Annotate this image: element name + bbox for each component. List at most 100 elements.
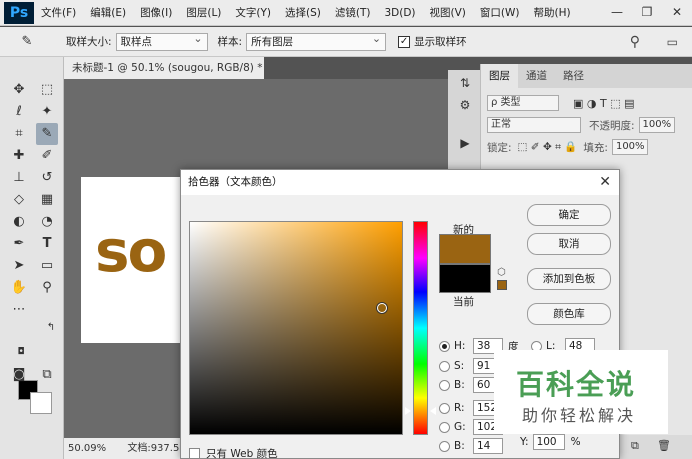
menu-layer[interactable]: 图层(L) [179, 5, 228, 20]
dodge-tool-icon[interactable]: ◔ [36, 211, 58, 233]
eraser-tool-icon[interactable]: ◇ [8, 189, 30, 211]
sample-size-select[interactable]: 取样点 [115, 31, 208, 51]
gradient-tool-icon[interactable]: ▦ [36, 189, 58, 211]
history-panel-icon[interactable]: ⇅ [456, 76, 474, 94]
yellow-row: Y: 100 % [520, 434, 581, 450]
color-libraries-button[interactable]: 颜色库 [527, 303, 611, 325]
blend-mode-select[interactable]: 正常 [487, 117, 581, 133]
search-icon[interactable]: ⚲ [630, 34, 640, 50]
ok-button[interactable]: 确定 [527, 204, 611, 226]
lock-label: 锁定: [487, 141, 512, 154]
tab-channels[interactable]: 通道 [518, 64, 555, 88]
dialog-titlebar: 拾色器（文本颜色） ✕ [181, 170, 619, 195]
eyedropper-icon[interactable]: ✎ [18, 31, 36, 53]
color-picker-marker[interactable] [377, 303, 387, 313]
web-safe-swatch[interactable] [497, 280, 507, 290]
yellow-input[interactable]: 100 [532, 434, 565, 450]
menu-3d[interactable]: 3D(D) [377, 7, 422, 19]
close-window-button[interactable]: ✕ [662, 0, 692, 26]
opacity-input[interactable]: 100% [638, 117, 675, 133]
history-brush-icon[interactable]: ↺ [36, 167, 58, 189]
watermark-subtitle: 助你轻松解决 [522, 406, 637, 425]
red-radio[interactable] [439, 402, 450, 414]
hue-slider-handle-right[interactable] [430, 407, 436, 415]
doc-info: 文档:937.5 [127, 443, 180, 454]
menu-file[interactable]: 文件(F) [34, 5, 83, 20]
path-select-icon[interactable]: ➤ [8, 255, 30, 277]
tab-paths[interactable]: 路径 [555, 64, 592, 88]
screen-mode-icon[interactable]: ⧉ [36, 364, 58, 386]
blue-row: B: 14 [439, 438, 503, 454]
zoom-tool-icon[interactable]: ⚲ [36, 277, 58, 299]
menu-bar: Ps 文件(F) 编辑(E) 图像(I) 图层(L) 文字(Y) 选择(S) 滤… [0, 0, 692, 26]
menu-type[interactable]: 文字(Y) [228, 5, 278, 20]
workspace-icon[interactable]: ▭ [667, 35, 678, 49]
magic-wand-icon[interactable]: ✦ [36, 101, 58, 123]
watermark: 百科全说 助你轻松解决 [494, 350, 668, 434]
marquee-tool-icon[interactable]: ⬚ [36, 79, 58, 101]
fill-input[interactable]: 100% [611, 139, 648, 155]
background-color-swatch[interactable] [30, 392, 52, 414]
saturation-label: S: [454, 360, 465, 372]
current-color-swatch[interactable] [439, 264, 491, 293]
menu-filter[interactable]: 滤镜(T) [328, 5, 378, 20]
tab-layers[interactable]: 图层 [481, 64, 518, 88]
quick-mask-icon[interactable]: ◙ [8, 364, 30, 386]
brush-tool-icon[interactable]: ✐ [36, 145, 58, 167]
show-ring-checkbox[interactable]: ✓ [398, 35, 411, 48]
menu-view[interactable]: 视图(V) [423, 5, 473, 20]
hue-slider[interactable] [413, 221, 428, 435]
restore-button[interactable]: ❐ [632, 0, 662, 26]
zoom-level[interactable]: 50.09% [68, 443, 106, 454]
cancel-button[interactable]: 取消 [527, 233, 611, 255]
menu-image[interactable]: 图像(I) [133, 5, 179, 20]
lasso-tool-icon[interactable]: ℓ [8, 101, 30, 123]
more-tools-icon[interactable]: ⋯ [8, 299, 30, 321]
swap-colors-icon[interactable]: ↰ [40, 317, 62, 339]
hue-slider-handle-left[interactable] [405, 407, 411, 415]
saturation-radio[interactable] [439, 360, 450, 372]
green-radio[interactable] [439, 421, 450, 433]
eyedropper-tool-icon[interactable]: ✎ [36, 123, 58, 145]
blur-tool-icon[interactable]: ◐ [8, 211, 30, 233]
blue-input[interactable]: 14 [473, 438, 503, 454]
menu-select[interactable]: 选择(S) [278, 5, 328, 20]
default-colors-icon[interactable]: ◘ [10, 341, 32, 363]
add-to-swatches-button[interactable]: 添加到色板 [527, 268, 611, 290]
saturation-brightness-field[interactable] [189, 221, 403, 435]
yellow-label: Y: [520, 436, 529, 448]
text-tool-icon[interactable]: T [36, 233, 58, 255]
options-bar: ✎ 取样大小: 取样点 样本: 所有图层 ✓ 显示取样环 ⚲ ▭ [0, 27, 692, 57]
sample-select[interactable]: 所有图层 [246, 31, 387, 51]
new-color-swatch [439, 234, 491, 264]
healing-brush-icon[interactable]: ✚ [8, 145, 30, 167]
minimize-button[interactable]: — [602, 0, 632, 26]
brightness-radio[interactable] [439, 379, 450, 391]
menu-help[interactable]: 帮助(H) [527, 5, 578, 20]
pen-tool-icon[interactable]: ✒ [8, 233, 30, 255]
layer-filter-select[interactable]: ρ 类型 [487, 95, 559, 111]
web-safe-cube-icon[interactable]: ⬡ [497, 267, 506, 278]
hue-radio[interactable] [439, 340, 450, 352]
close-icon[interactable]: ✕ [599, 170, 611, 195]
delete-layer-icon[interactable]: 🗑 [657, 439, 671, 452]
properties-panel-icon[interactable]: ⚙ [456, 98, 474, 116]
stamp-tool-icon[interactable]: ⊥ [8, 167, 30, 189]
brightness-label: B: [454, 379, 465, 391]
menu-edit[interactable]: 编辑(E) [83, 5, 133, 20]
lock-icons[interactable]: ⬚ ✐ ✥ ⌗ 🔒 [518, 140, 578, 154]
move-tool-icon[interactable]: ✥ [8, 79, 30, 101]
filter-icons[interactable]: ▣ ◑ T ⬚ ▤ [573, 97, 634, 110]
new-layer-icon[interactable]: ⧉ [631, 439, 639, 453]
web-only-checkbox[interactable] [189, 448, 200, 459]
blue-radio[interactable] [439, 440, 450, 452]
watermark-title: 百科全说 [516, 368, 637, 401]
play-action-icon[interactable]: ▶ [456, 136, 474, 154]
document-tab[interactable]: 未标题-1 @ 50.1% (sougou, RGB/8) * [64, 57, 264, 79]
menu-window[interactable]: 窗口(W) [473, 5, 527, 20]
blue-label: B: [454, 440, 465, 452]
shape-tool-icon[interactable]: ▭ [36, 255, 58, 277]
show-ring-label: 显示取样环 [414, 36, 467, 48]
hand-tool-icon[interactable]: ✋ [8, 277, 30, 299]
crop-tool-icon[interactable]: ⌗ [8, 123, 30, 145]
